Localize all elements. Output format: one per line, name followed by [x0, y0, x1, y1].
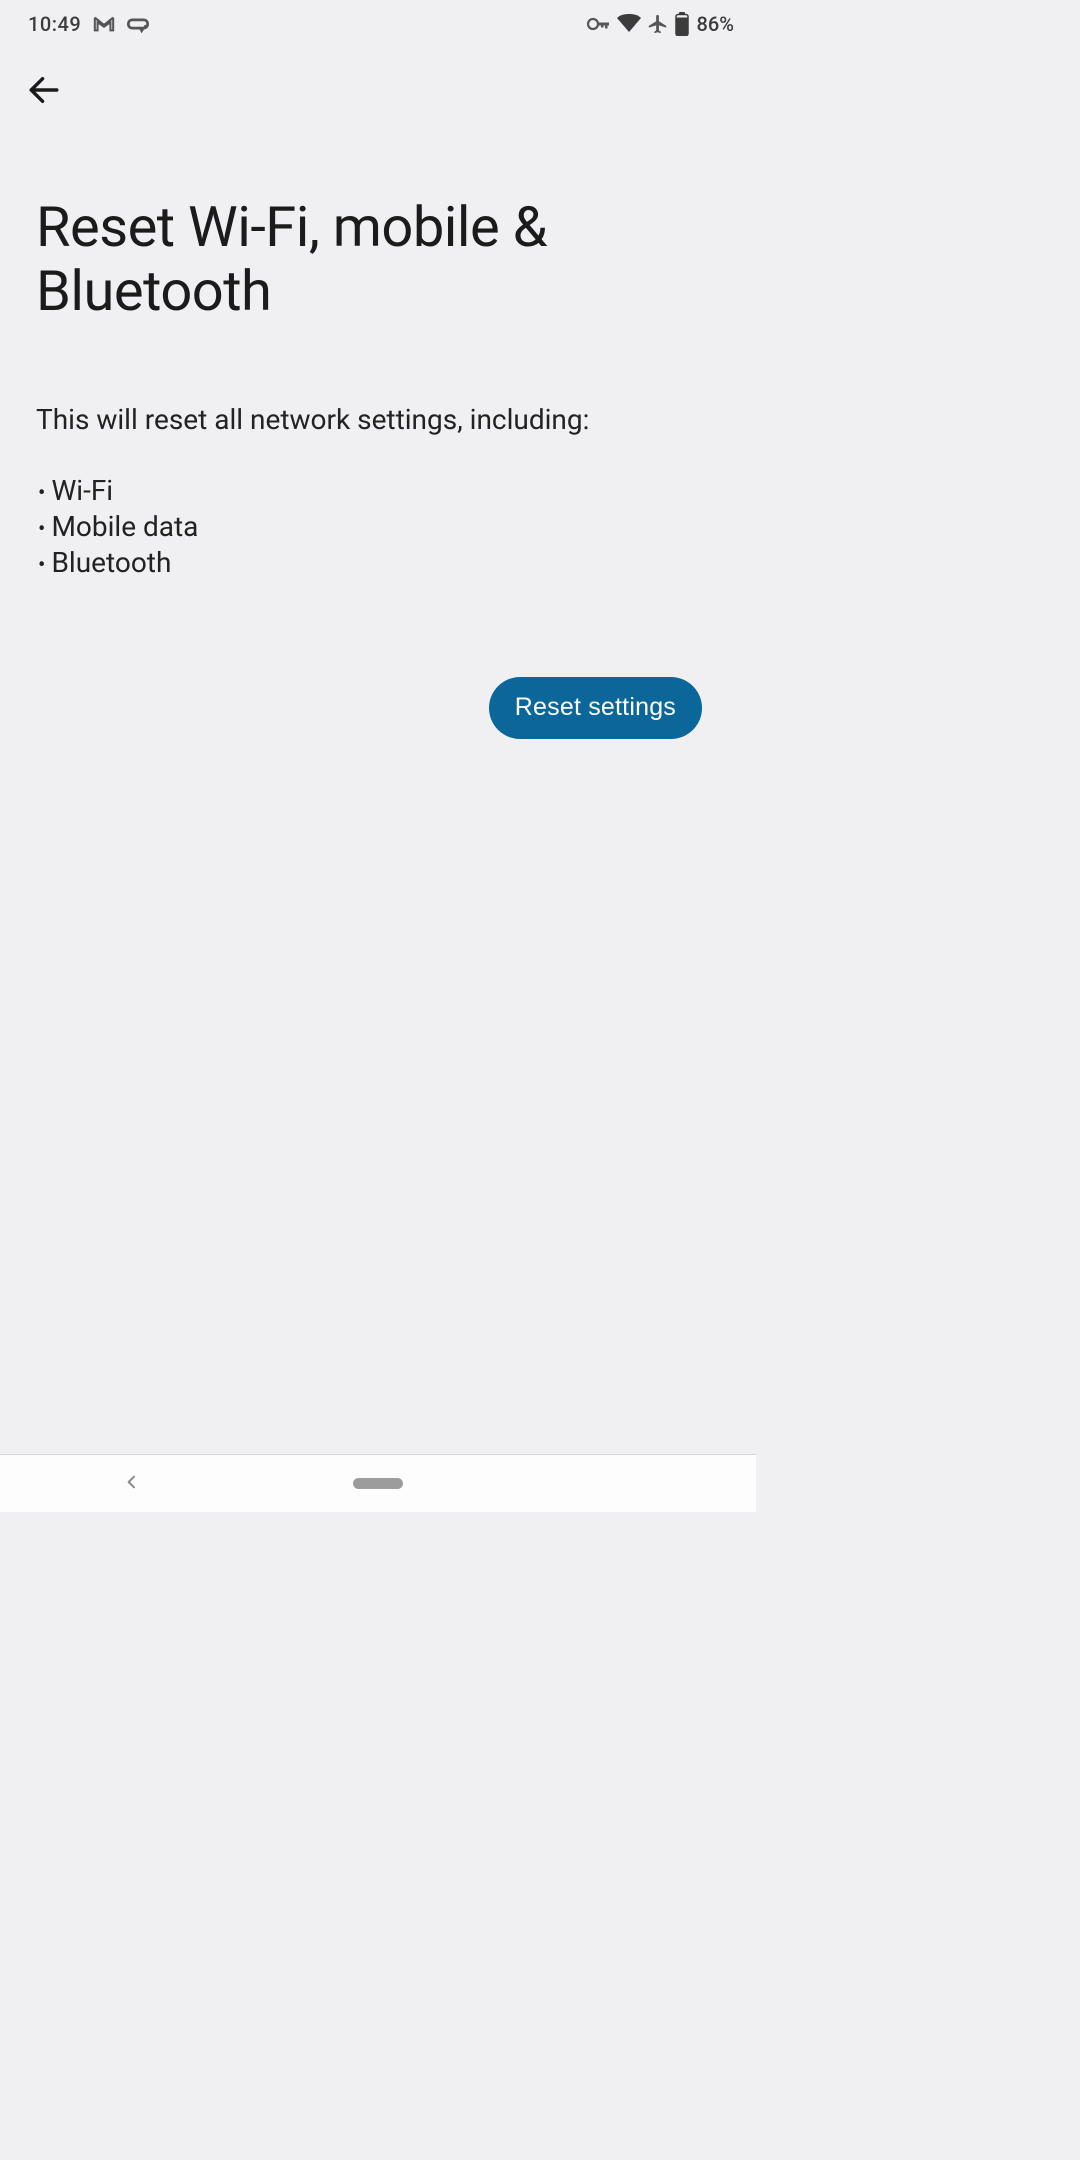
- status-bar: 10:49: [0, 0, 756, 48]
- back-button[interactable]: [20, 66, 68, 114]
- list-item: • Mobile data: [36, 509, 720, 545]
- reset-description: This will reset all network settings, in…: [36, 402, 720, 438]
- main-content: Reset Wi-Fi, mobile & Bluetooth This wil…: [0, 196, 756, 739]
- list-item-label: Mobile data: [51, 509, 198, 545]
- system-back-button[interactable]: [120, 1472, 144, 1496]
- app-bar: [0, 48, 756, 114]
- status-time: 10:49: [28, 12, 81, 36]
- bullet-dot-icon: •: [38, 519, 45, 541]
- vpn-status-icon: [127, 15, 149, 33]
- page-title: Reset Wi-Fi, mobile & Bluetooth: [36, 196, 720, 324]
- list-item-label: Bluetooth: [51, 545, 171, 581]
- reset-settings-button[interactable]: Reset settings: [489, 677, 702, 739]
- list-item-label: Wi-Fi: [51, 473, 113, 509]
- battery-percentage: 86%: [697, 12, 734, 36]
- button-row: Reset settings: [36, 677, 720, 739]
- key-icon: [587, 17, 611, 31]
- reset-items-list: • Wi-Fi • Mobile data • Bluetooth: [36, 473, 720, 580]
- gmail-icon: [93, 15, 115, 33]
- arrow-left-icon: [27, 73, 61, 107]
- chevron-left-icon: [124, 1474, 140, 1493]
- battery-icon: [675, 12, 689, 36]
- list-item: • Bluetooth: [36, 545, 720, 581]
- list-item: • Wi-Fi: [36, 473, 720, 509]
- bullet-dot-icon: •: [38, 483, 45, 505]
- airplane-mode-icon: [647, 13, 669, 35]
- status-left-group: 10:49: [28, 12, 149, 36]
- gesture-pill[interactable]: [353, 1478, 403, 1489]
- wifi-icon: [617, 14, 641, 34]
- bullet-dot-icon: •: [38, 555, 45, 577]
- system-nav-bar: [0, 1454, 756, 1512]
- status-right-group: 86%: [587, 12, 734, 36]
